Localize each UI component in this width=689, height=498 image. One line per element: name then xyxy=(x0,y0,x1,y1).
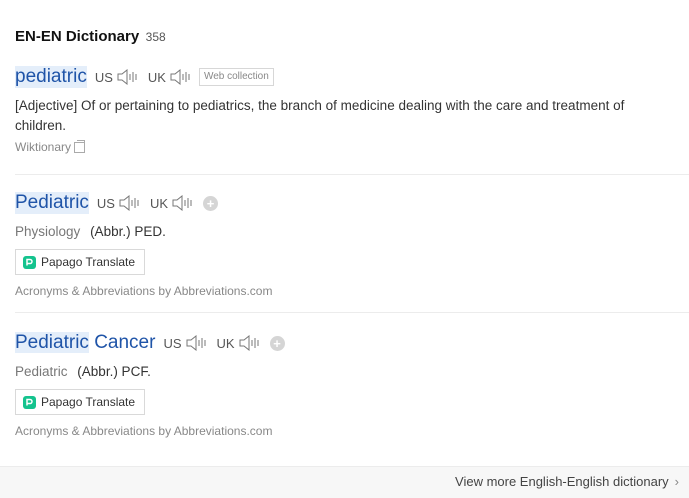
speaker-icon[interactable] xyxy=(185,335,209,351)
dictionary-title: EN-EN Dictionary xyxy=(15,28,140,45)
field-label: Physiology xyxy=(15,224,81,239)
plus-icon[interactable]: + xyxy=(203,195,219,211)
footer-bar: View more English-English dictionary › xyxy=(0,466,689,498)
dictionary-entry: pediatric US UK Web collection [Adjectiv… xyxy=(15,64,689,175)
plus-icon[interactable]: + xyxy=(269,335,285,351)
meaning-text: (Abbr.) PED. xyxy=(90,224,166,239)
chevron-right-icon: › xyxy=(674,474,679,489)
papago-translate-button[interactable]: Papago Translate xyxy=(15,249,146,275)
papago-label: Papago Translate xyxy=(41,255,136,269)
meaning-text: (Abbr.) PCF. xyxy=(77,364,151,379)
speaker-icon[interactable] xyxy=(118,195,142,211)
web-collection-tag: Web collection xyxy=(198,68,274,86)
dictionary-header: EN-EN Dictionary 358 xyxy=(15,28,166,46)
meaning-row: Physiology (Abbr.) PED. xyxy=(15,224,689,239)
dictionary-entry: Pediatric US UK + Physiology (Abbr.) PED… xyxy=(15,190,689,313)
pronunciation-us[interactable]: US xyxy=(163,335,208,351)
pronunciation-uk[interactable]: UK xyxy=(150,195,195,211)
pronunciation-us[interactable]: US xyxy=(97,195,142,211)
source-link[interactable]: Acronyms & Abbreviations by Abbreviation… xyxy=(15,284,689,298)
speaker-icon[interactable] xyxy=(171,195,195,211)
view-more-link[interactable]: View more English-English dictionary › xyxy=(455,474,679,489)
view-more-label: View more English-English dictionary xyxy=(455,474,669,489)
pronunciation-uk[interactable]: UK xyxy=(217,335,262,351)
headword-link[interactable]: Pediatric Cancer xyxy=(15,332,155,354)
headword-link[interactable]: Pediatric xyxy=(15,192,89,214)
external-link-icon xyxy=(74,139,86,153)
source-label: Wiktionary xyxy=(15,140,72,154)
speaker-icon[interactable] xyxy=(169,69,193,85)
speaker-icon[interactable] xyxy=(116,69,140,85)
headword-link[interactable]: pediatric xyxy=(15,66,87,88)
source-link[interactable]: Acronyms & Abbreviations by Abbreviation… xyxy=(15,424,689,438)
field-label: Pediatric xyxy=(15,364,68,379)
pronunciation-us[interactable]: US xyxy=(95,69,140,85)
papago-icon xyxy=(23,255,36,269)
papago-icon xyxy=(23,395,36,409)
result-count: 358 xyxy=(145,30,166,44)
papago-label: Papago Translate xyxy=(41,395,136,409)
papago-translate-button[interactable]: Papago Translate xyxy=(15,389,146,415)
definition-text: [Adjective] Of or pertaining to pediatri… xyxy=(15,98,625,133)
dictionary-entry: Pediatric Cancer US UK + Pediatric (Abbr… xyxy=(15,330,689,440)
speaker-icon[interactable] xyxy=(238,335,262,351)
meaning-row: Pediatric (Abbr.) PCF. xyxy=(15,364,689,379)
source-link[interactable]: Wiktionary xyxy=(15,139,689,154)
pronunciation-uk[interactable]: UK xyxy=(148,69,193,85)
